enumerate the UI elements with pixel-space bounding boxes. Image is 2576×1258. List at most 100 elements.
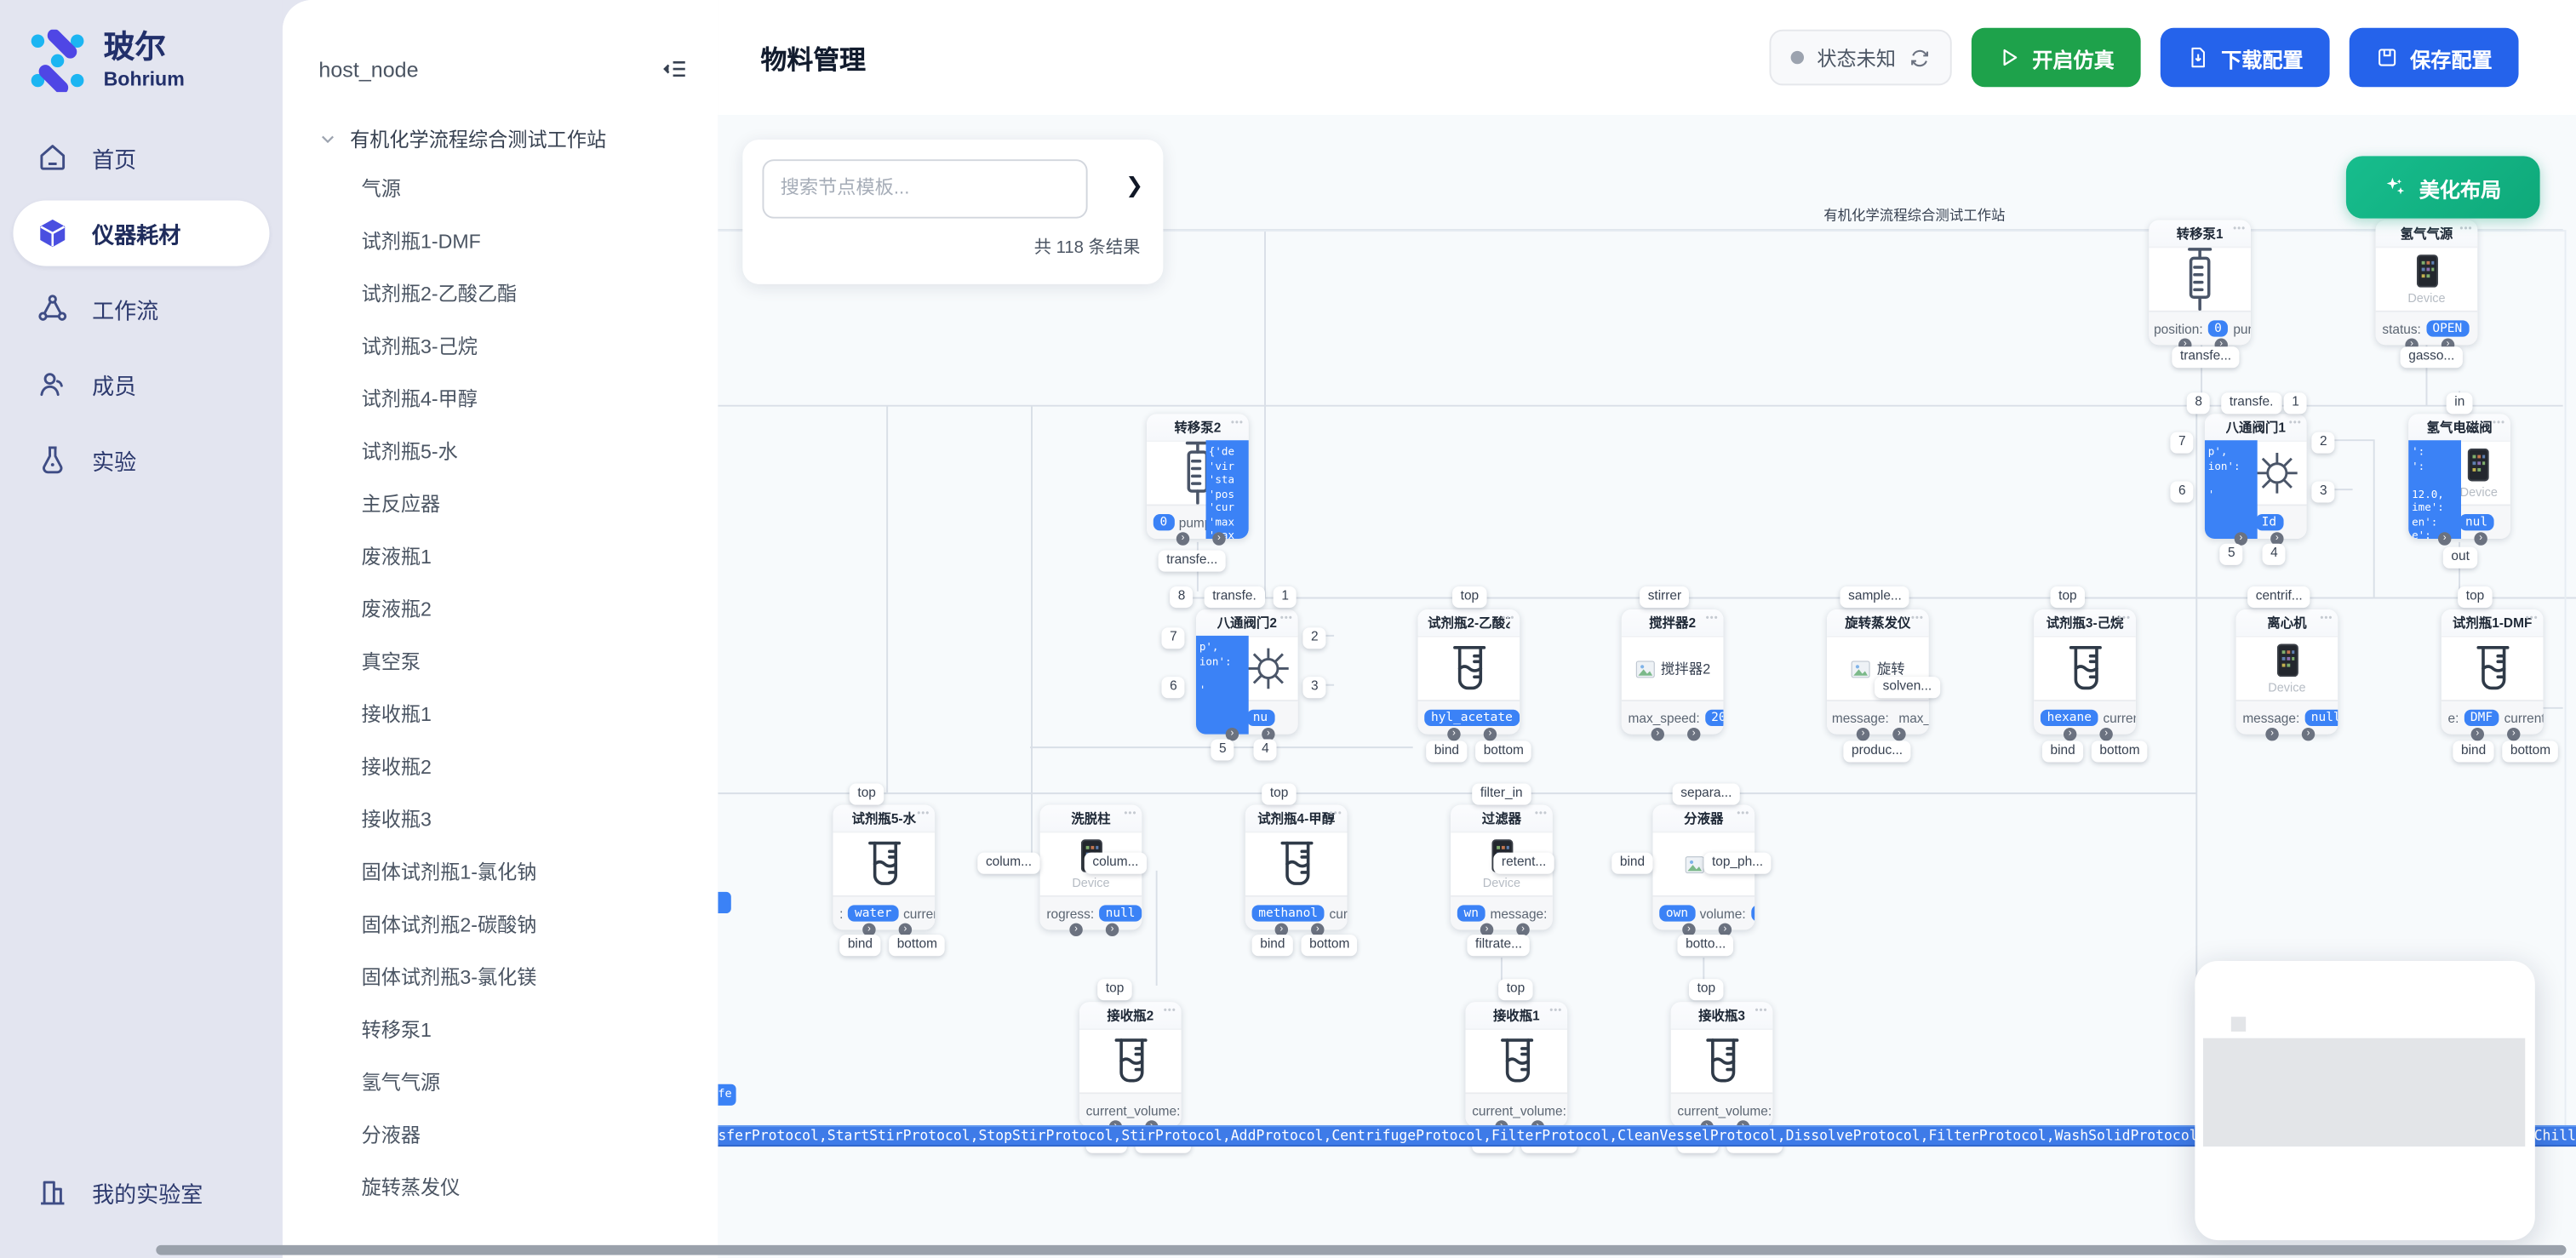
port-chip-bind[interactable]: bind <box>1426 741 1467 762</box>
workflow-canvas[interactable]: 有机化学流程综合测试工作站 ❯ 共 118 条结果 美化布局 <box>718 115 2576 1258</box>
port-handle-icon[interactable]: › <box>2265 728 2278 741</box>
port-chip-sample[interactable]: sample... <box>1840 586 1909 608</box>
param-value-badge[interactable]: water <box>848 905 898 922</box>
port-chip-colum[interactable]: colum... <box>977 853 1039 874</box>
param-value-badge[interactable]: Id <box>2255 514 2283 531</box>
node-menu-icon[interactable]: ••• <box>1280 615 1293 625</box>
node-menu-icon[interactable]: ••• <box>1231 419 1244 429</box>
port-chip-top[interactable]: top <box>1689 979 1724 1000</box>
port-chip-4[interactable]: 4 <box>2262 544 2286 565</box>
node-menu-icon[interactable]: ••• <box>2493 419 2505 429</box>
search-input[interactable] <box>762 159 1087 218</box>
sidebar-item-workflow[interactable]: 工作流 <box>13 276 269 341</box>
node-menu-icon[interactable]: ••• <box>1706 615 1719 625</box>
port-chip-bottom[interactable]: bottom <box>1475 741 1532 762</box>
param-value-badge[interactable]: hexane <box>2041 709 2098 726</box>
node-receiver-bottle-2[interactable]: 接收瓶2•••current_volume:0›› <box>1079 1002 1182 1127</box>
beautify-layout-button[interactable]: 美化布局 <box>2346 156 2540 218</box>
horizontal-scrollbar[interactable] <box>156 1245 2566 1255</box>
port-chip-4[interactable]: 4 <box>1254 739 1278 760</box>
node-receiver-bottle-1[interactable]: 接收瓶1•••current_volume:0›› <box>1465 1002 1567 1127</box>
collapse-panel-icon[interactable] <box>662 56 689 83</box>
port-chip-1[interactable]: 1 <box>1274 586 1297 608</box>
port-chip-bottom[interactable]: bottom <box>2092 741 2149 762</box>
node-menu-icon[interactable]: ••• <box>1755 1007 1767 1017</box>
tree-item[interactable]: 氢气气源 <box>283 1056 718 1109</box>
node-menu-icon[interactable]: ••• <box>2526 615 2539 625</box>
port-chip-filter_in[interactable]: filter_in <box>1472 784 1531 805</box>
param-value-badge[interactable]: null <box>1099 905 1142 922</box>
param-value-badge[interactable]: 250 <box>1750 905 1755 922</box>
port-chip-2[interactable]: 2 <box>2311 432 2335 454</box>
sidebar-item-members[interactable]: 成员 <box>13 352 269 417</box>
param-value-badge[interactable]: own <box>1659 905 1695 922</box>
node-menu-icon[interactable]: ••• <box>1535 809 1548 820</box>
node-menu-icon[interactable]: ••• <box>2289 419 2302 429</box>
port-chip-centrif[interactable]: centrif... <box>2247 586 2310 608</box>
node-reagent-bottle-5[interactable]: 试剂瓶5-水•••:watercurrent_v›› <box>833 805 935 930</box>
port-handle-icon[interactable]: › <box>2471 728 2484 741</box>
port-chip-top[interactable]: top <box>1262 784 1297 805</box>
tree-item[interactable]: 接收瓶3 <box>283 793 718 846</box>
port-chip-bottom[interactable]: bottom <box>889 935 946 956</box>
port-chip-8[interactable]: 8 <box>2187 392 2211 414</box>
param-value-badge[interactable]: OPEN <box>2426 320 2469 337</box>
sidebar-item-home[interactable]: 首页 <box>13 125 269 191</box>
port-chip-2[interactable]: 2 <box>1302 627 1326 649</box>
tree-item[interactable]: 试剂瓶4-甲醇 <box>283 373 718 426</box>
port-chip-top[interactable]: top <box>2051 586 2086 608</box>
port-chip-bind[interactable]: bind <box>2453 741 2493 762</box>
port-chip-in[interactable]: in <box>2447 392 2473 414</box>
node-receiver-bottle-3[interactable]: 接收瓶3•••current_volume:0›› <box>1671 1002 1773 1127</box>
tree-item[interactable]: 真空泵 <box>283 636 718 689</box>
sidebar-item-my-lab[interactable]: 我的实验室 <box>13 1160 269 1226</box>
port-chip-top[interactable]: top <box>1097 979 1132 1000</box>
port-chip-bind[interactable]: bind <box>1252 935 1293 956</box>
port-handle-icon[interactable]: › <box>1106 923 1119 936</box>
param-value-badge[interactable]: methanol <box>1252 905 1325 922</box>
port-chip-transfe[interactable]: transfe... <box>2172 346 2239 368</box>
node-stirrer-2[interactable]: 搅拌器2•••搅拌器2max_speed:2000›› <box>1622 609 1724 735</box>
port-chip-filtrate[interactable]: filtrate... <box>1467 935 1530 956</box>
node-h2-gas-source[interactable]: 氢气气源•••Devicestatus:OPEN›› <box>2376 220 2478 346</box>
port-handle-icon[interactable]: › <box>1892 728 1905 741</box>
save-config-button[interactable]: 保存配置 <box>2350 28 2519 87</box>
tree-item[interactable]: 固体试剂瓶3-氯化镁 <box>283 951 718 1004</box>
start-simulation-button[interactable]: 开启仿真 <box>1972 28 2141 87</box>
tree-item[interactable]: 主反应器 <box>283 478 718 531</box>
port-chip-gasso[interactable]: gasso... <box>2401 346 2463 368</box>
param-value-badge[interactable]: hyl_acetate <box>1424 709 1519 726</box>
node-menu-icon[interactable]: ••• <box>2320 615 2333 625</box>
param-value-badge[interactable]: wn <box>1457 905 1485 922</box>
port-handle-icon[interactable]: › <box>2064 728 2076 741</box>
port-chip-bottom[interactable]: bottom <box>2502 741 2559 762</box>
param-value-badge[interactable]: 2000 <box>1704 709 1723 726</box>
node-menu-icon[interactable]: ••• <box>1911 615 1924 625</box>
port-chip-top[interactable]: top <box>850 784 884 805</box>
port-chip-6[interactable]: 6 <box>1161 677 1185 698</box>
port-handle-icon[interactable]: › <box>2099 728 2112 741</box>
node-centrifuge[interactable]: 离心机•••Devicemessage:nullma›› <box>2236 609 2338 735</box>
param-value-badge[interactable]: null <box>2304 709 2338 726</box>
port-chip-solven[interactable]: solven... <box>1875 677 1940 698</box>
tree-item[interactable]: 分液器 <box>283 1109 718 1162</box>
port-chip-7[interactable]: 7 <box>2170 432 2194 454</box>
tree-root-workstation[interactable]: 有机化学流程综合测试工作站 <box>283 82 718 152</box>
param-value-badge[interactable]: DMF <box>2464 709 2499 726</box>
node-menu-icon[interactable]: ••• <box>1502 615 1514 625</box>
download-config-button[interactable]: 下载配置 <box>2161 28 2330 87</box>
port-chip-out[interactable]: out <box>2443 547 2478 569</box>
port-handle-icon[interactable]: › <box>1857 728 1869 741</box>
node-transfer-pump-1[interactable]: 转移泵1•••position:0pump›› <box>2149 220 2251 346</box>
port-chip-8[interactable]: 8 <box>1170 586 1194 608</box>
chevron-right-icon[interactable]: ❯ <box>1125 173 1143 199</box>
brand-logo[interactable]: 玻尔 Bohrium <box>0 0 283 92</box>
port-chip-retent[interactable]: retent... <box>1493 853 1554 874</box>
port-chip-1[interactable]: 1 <box>2284 392 2308 414</box>
port-chip-top[interactable]: top <box>1452 586 1487 608</box>
node-menu-icon[interactable]: ••• <box>1330 809 1342 820</box>
tree-item[interactable]: 接收瓶2 <box>283 741 718 793</box>
node-menu-icon[interactable]: ••• <box>2233 225 2246 235</box>
status-pill[interactable]: 状态未知 <box>1769 30 1951 86</box>
node-menu-icon[interactable]: ••• <box>1164 1007 1176 1017</box>
